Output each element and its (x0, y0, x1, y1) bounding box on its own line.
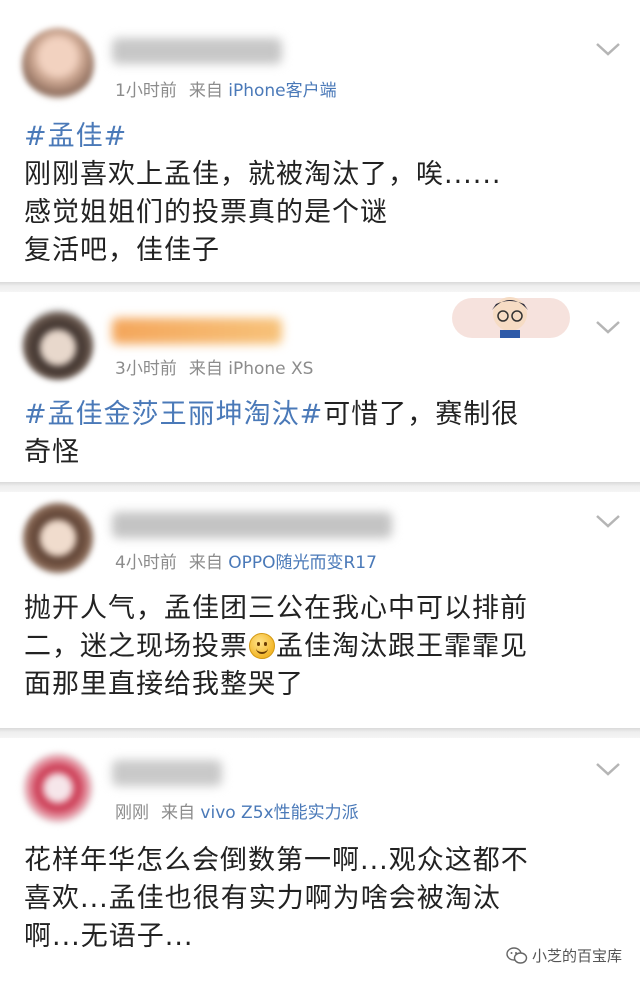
content-text: 面那里直接给我整哭了 (24, 669, 304, 700)
post-content: #孟佳# 刚刚喜欢上孟佳，就被淘汰了，唉...... 感觉姐姐们的投票真的是个谜… (24, 118, 622, 270)
post-time: 4小时前 (115, 553, 177, 573)
from-label: 来自 (188, 359, 223, 379)
content-text: 感觉姐姐们的投票真的是个谜 (24, 197, 388, 228)
username-blurred[interactable] (112, 38, 282, 64)
chevron-down-icon[interactable] (594, 760, 622, 778)
content-text: 奇怪 (24, 437, 80, 468)
topic-link[interactable]: #孟佳# (24, 121, 127, 152)
weibo-feed: 1小时前 来自 iPhone客户端 #孟佳# 刚刚喜欢上孟佳，就被淘汰了，唉...… (0, 0, 640, 982)
content-text: 可惜了，赛制很 (323, 399, 520, 430)
content-line: 感觉姐姐们的投票真的是个谜 (24, 194, 622, 232)
watermark: 小芝的百宝库 (506, 945, 622, 966)
chevron-down-icon[interactable] (594, 318, 622, 336)
from-label: 来自 (188, 553, 223, 573)
wechat-icon (506, 946, 528, 964)
post-meta: 4小时前 来自 OPPO随光而变R17 (115, 548, 377, 573)
username-blurred[interactable] (112, 512, 392, 538)
content-line: 奇怪 (24, 434, 622, 472)
content-text: 花样年华怎么会倒数第一啊...观众这都不 (24, 845, 529, 876)
content-text: 刚刚喜欢上孟佳，就被淘汰了，唉...... (24, 159, 502, 190)
post-time: 刚刚 (115, 803, 149, 823)
watermark-text: 小芝的百宝库 (531, 947, 622, 965)
post-time: 1小时前 (115, 81, 177, 101)
post-source[interactable]: iPhone客户端 (228, 81, 336, 101)
from-label: 来自 (161, 803, 195, 823)
post-divider (0, 282, 640, 292)
content-line: 面那里直接给我整哭了 (24, 666, 622, 704)
post-content: 花样年华怎么会倒数第一啊...观众这都不 喜欢...孟佳也很有实力啊为啥会被淘汰… (24, 842, 622, 956)
post-meta: 3小时前 来自 iPhone XS (115, 354, 313, 379)
avatar[interactable] (22, 308, 94, 380)
chevron-down-icon[interactable] (594, 40, 622, 58)
post-divider (0, 728, 640, 738)
username-blurred[interactable] (112, 318, 282, 344)
post-time: 3小时前 (115, 359, 177, 379)
content-line: 刚刚喜欢上孟佳，就被淘汰了，唉...... (24, 156, 622, 194)
avatar[interactable] (22, 752, 94, 824)
weibo-post[interactable]: 1小时前 来自 iPhone客户端 #孟佳# 刚刚喜欢上孟佳，就被淘汰了，唉...… (0, 0, 640, 282)
content-line: #孟佳# (24, 118, 622, 156)
content-line: 喜欢...孟佳也很有实力啊为啥会被淘汰 (24, 880, 622, 918)
content-line: 二，迷之现场投票 孟佳淘汰跟王霏霏见 (24, 628, 622, 666)
post-divider (0, 482, 640, 492)
content-text: 复活吧，佳佳子 (24, 235, 220, 266)
content-text: 孟佳淘汰跟王霏霏见 (276, 631, 528, 662)
username-blurred[interactable] (112, 760, 222, 786)
content-text: 二，迷之现场投票 (24, 631, 248, 662)
content-line: #孟佳金莎王丽坤淘汰#可惜了，赛制很 (24, 396, 622, 434)
post-content: #孟佳金莎王丽坤淘汰#可惜了，赛制很 奇怪 (24, 396, 622, 472)
post-source[interactable]: iPhone XS (228, 359, 313, 379)
content-line: 复活吧，佳佳子 (24, 232, 622, 270)
weibo-post[interactable]: 3小时前 来自 iPhone XS #孟佳金莎王丽坤淘汰#可惜了，赛制很 奇怪 (0, 292, 640, 482)
post-source[interactable]: vivo Z5x性能实力派 (200, 803, 358, 823)
post-meta: 刚刚 来自 vivo Z5x性能实力派 (115, 798, 359, 823)
avatar[interactable] (22, 502, 94, 574)
post-meta: 1小时前 来自 iPhone客户端 (115, 76, 337, 101)
content-text: 喜欢...孟佳也很有实力啊为啥会被淘汰 (24, 883, 501, 914)
cartoon-badge-icon (452, 297, 570, 338)
post-source[interactable]: OPPO随光而变R17 (228, 553, 377, 573)
smiley-icon (249, 633, 275, 659)
weibo-post[interactable]: 4小时前 来自 OPPO随光而变R17 抛开人气，孟佳团三公在我心中可以排前 二，… (0, 492, 640, 728)
content-text: 啊...无语子... (24, 921, 194, 952)
avatar[interactable] (22, 28, 94, 100)
post-content: 抛开人气，孟佳团三公在我心中可以排前 二，迷之现场投票 孟佳淘汰跟王霏霏见 面那里… (24, 590, 622, 704)
from-label: 来自 (188, 81, 223, 101)
content-line: 花样年华怎么会倒数第一啊...观众这都不 (24, 842, 622, 880)
topic-link[interactable]: #孟佳金莎王丽坤淘汰# (24, 399, 323, 430)
content-line: 抛开人气，孟佳团三公在我心中可以排前 (24, 590, 622, 628)
content-text: 抛开人气，孟佳团三公在我心中可以排前 (24, 593, 528, 624)
chevron-down-icon[interactable] (594, 512, 622, 530)
